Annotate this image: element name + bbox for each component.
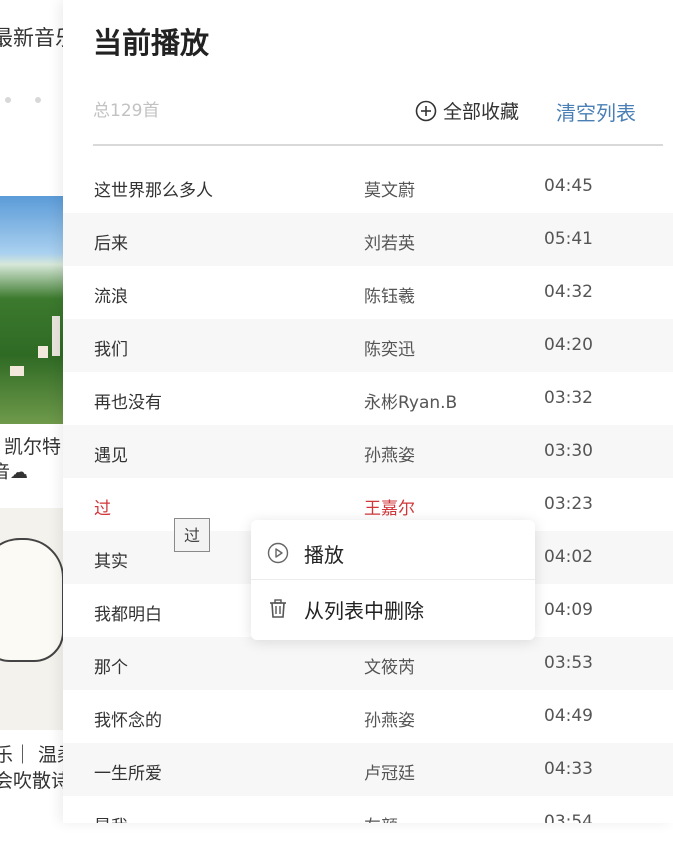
panel-title: 当前播放 [93,26,210,60]
song-artist: 莫文蔚 [364,181,415,201]
trash-icon [270,599,286,618]
song-row[interactable]: 是我 左颜 03:54 [63,796,673,823]
song-duration: 04:49 [544,706,593,726]
song-duration: 05:41 [544,229,593,249]
collect-all-label: 全部收藏 [443,101,520,123]
song-duration: 04:02 [544,547,593,567]
song-name: 是我 [94,812,128,823]
song-duration: 04:20 [544,335,593,355]
song-name: 那个 [94,658,128,678]
song-duration: 04:33 [544,759,593,779]
context-play-item[interactable]: 播放 [251,524,535,582]
playlist-cover-2[interactable] [0,508,70,730]
background-page: 最新音乐 凯尔特 音☁ 乐｜ 温柔 会吹散诗 [0,0,70,843]
song-artist: 左颜 [364,812,398,823]
song-name: 再也没有 [94,393,162,413]
plus-circle-icon [415,100,437,121]
playlist-cover-1[interactable] [0,196,70,424]
song-row[interactable]: 流浪 陈钰羲 04:32 [63,266,673,319]
song-name: 我都明白 [94,605,162,625]
play-circle-icon [267,542,289,564]
playlist-sub-2: 会吹散诗 [0,770,70,792]
song-artist: 卢冠廷 [364,764,415,784]
song-duration: 04:09 [544,600,593,620]
song-row[interactable]: 我怀念的 孙燕姿 04:49 [63,690,673,743]
song-row[interactable]: 这世界那么多人 莫文蔚 04:45 [63,160,673,213]
song-name: 其实 [94,552,128,572]
song-artist: 陈钰羲 [364,287,415,307]
song-row[interactable]: 再也没有 永彬Ryan.B 03:32 [63,372,673,425]
song-name: 过 [94,499,111,519]
song-duration: 03:32 [544,388,593,408]
song-artist: 永彬Ryan.B [364,393,458,413]
song-row[interactable]: 我们 陈奕迅 04:20 [63,319,673,372]
song-name: 这世界那么多人 [94,181,213,201]
section-title: 最新音乐 [0,26,70,50]
song-artist: 孙燕姿 [364,446,415,466]
song-name: 后来 [94,234,128,254]
song-artist: 王嘉尔 [364,499,415,519]
song-artist: 刘若英 [364,234,415,254]
divider [93,144,663,146]
song-duration: 03:53 [544,653,593,673]
context-menu: 播放 从列表中删除 [251,520,535,640]
drag-ghost: 过 [174,518,210,552]
playlist-title-2[interactable]: 乐｜ 温柔 [0,740,70,767]
context-remove-label: 从列表中删除 [304,598,424,623]
song-row[interactable]: 遇见 孙燕姿 03:30 [63,425,673,478]
now-playing-panel: 当前播放 总129首 全部收藏 清空列表 这世界那么多人 莫文蔚 04:45 后来 刘若… [63,0,673,823]
context-play-label: 播放 [304,542,344,567]
song-count: 总129首 [93,101,160,121]
song-duration: 04:45 [544,176,593,196]
song-name: 流浪 [94,287,128,307]
song-row[interactable]: 一生所爱 卢冠廷 04:33 [63,743,673,796]
song-artist: 孙燕姿 [364,711,415,731]
song-name: 我怀念的 [94,711,162,731]
context-remove-item[interactable]: 从列表中删除 [251,580,535,638]
song-duration: 03:54 [544,812,593,823]
song-name: 我们 [94,340,128,360]
carousel-dots[interactable] [5,88,65,107]
song-list: 这世界那么多人 莫文蔚 04:45 后来 刘若英 05:41 流浪 陈钰羲 04:32 我们 陈奕迅… [63,160,673,823]
song-artist: 陈奕迅 [364,340,415,360]
song-row[interactable]: 那个 文筱芮 03:53 [63,637,673,690]
song-name: 一生所爱 [94,764,162,784]
song-duration: 04:32 [544,282,593,302]
playlist-title-1[interactable]: 凯尔特 [4,432,61,459]
playlist-sub-1: 音☁ [0,462,28,483]
song-row[interactable]: 后来 刘若英 05:41 [63,213,673,266]
song-name: 遇见 [94,446,128,466]
song-duration: 03:30 [544,441,593,461]
song-duration: 03:23 [544,494,593,514]
clear-list-button[interactable]: 清空列表 [556,97,636,126]
collect-all-button[interactable]: 全部收藏 [415,97,519,124]
song-artist: 文筱芮 [364,658,415,678]
